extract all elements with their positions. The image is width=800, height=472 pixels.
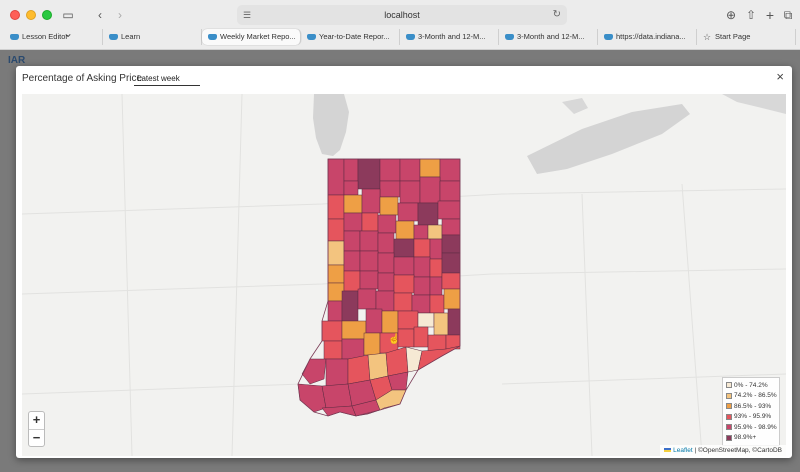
star-icon: ☆ [703, 32, 712, 42]
tab-learn[interactable]: Learn [103, 29, 202, 45]
legend-swatch [726, 392, 732, 399]
lake-st-clair [562, 98, 588, 114]
page-settings-icon[interactable]: ☰ [243, 5, 251, 25]
lake-huron-edge [722, 94, 786, 114]
browser-chrome: ▭ ⌄ ‹ › ☰ localhost ↻ ⊕ ⇧ + ⧉ Lesson Edi… [0, 0, 800, 50]
share-icon[interactable]: ⇧ [744, 6, 758, 24]
address-text: localhost [384, 10, 420, 20]
map-legend: 0% - 74.2% 74.2% - 86.5% 86.5% - 93% 93%… [722, 377, 780, 446]
indiana-counties [297, 158, 461, 417]
lake-erie [527, 104, 690, 174]
tab-latest-week[interactable]: Latest week [134, 74, 200, 86]
tab-3-month-12-month-a[interactable]: 3-Month and 12-M... [400, 29, 499, 45]
zoom-in-button[interactable]: + [29, 412, 44, 429]
minimize-window-button[interactable] [26, 10, 36, 20]
tab-data-indiana[interactable]: https://data.indiana... [598, 29, 697, 45]
legend-item: 93% - 95.9% [726, 412, 776, 423]
hand-cursor-icon: ☝ [388, 334, 401, 345]
legend-swatch [726, 403, 732, 410]
lake-michigan [313, 94, 349, 156]
legend-swatch [726, 424, 732, 431]
download-icon[interactable]: ⊕ [724, 6, 738, 24]
map-canvas [22, 94, 786, 456]
close-window-button[interactable] [10, 10, 20, 20]
cloud-icon [406, 34, 415, 40]
forward-icon[interactable]: › [112, 6, 128, 24]
tab-3-month-12-month-b[interactable]: 3-Month and 12-M... [499, 29, 598, 45]
page-logo: IAR [8, 55, 26, 66]
legend-item: 86.5% - 93% [726, 401, 776, 412]
map-modal: Percentage of Asking Price Latest week × [16, 66, 792, 458]
reload-icon[interactable]: ↻ [553, 5, 561, 25]
legend-item: 0% - 74.2% [726, 380, 776, 391]
tab-start-page[interactable]: ☆ Start Page [697, 29, 796, 45]
cloud-icon [505, 34, 514, 40]
new-tab-icon[interactable]: + [764, 6, 776, 24]
attribution-text: | ©OpenStreetMap, ©CartoDB [694, 447, 783, 454]
tab-lesson-editor[interactable]: Lesson Editor [4, 29, 103, 45]
zoom-out-button[interactable]: − [29, 429, 44, 446]
zoom-control: + − [28, 411, 45, 447]
tab-overview-icon[interactable]: ⧉ [782, 6, 794, 24]
legend-item: 95.9% - 98.9% [726, 422, 777, 433]
tab-weekly-market-report[interactable]: Weekly Market Repo... [202, 29, 301, 45]
cloud-icon [604, 34, 613, 40]
cloud-icon [109, 34, 118, 40]
address-bar[interactable]: ☰ localhost ↻ [237, 5, 567, 25]
tab-year-to-date-report[interactable]: Year-to-Date Repor... [301, 29, 400, 45]
zoom-window-button[interactable] [42, 10, 52, 20]
legend-swatch [726, 434, 732, 441]
legend-swatch [726, 382, 732, 389]
window-controls [10, 10, 52, 20]
map-attribution: Leaflet | ©OpenStreetMap, ©CartoDB [660, 445, 786, 456]
legend-swatch [726, 413, 732, 420]
leaflet-link[interactable]: Leaflet [673, 447, 693, 454]
legend-item: 74.2% - 86.5% [726, 391, 777, 402]
cloud-icon [10, 34, 19, 40]
tab-bar: Lesson Editor Learn Weekly Market Repo..… [4, 29, 796, 45]
ukraine-flag-icon [664, 448, 672, 452]
choropleth-map[interactable]: ☝ + − 0% - 74.2% 74.2% - 86.5% 86.5% - 9… [22, 94, 786, 456]
close-icon[interactable]: × [776, 69, 784, 84]
sidebar-toggle-icon[interactable]: ▭ ⌄ [56, 6, 80, 40]
cloud-icon [208, 34, 217, 40]
cloud-icon [307, 34, 316, 40]
modal-title: Percentage of Asking Price [22, 73, 143, 84]
legend-item: 98.9%+ [726, 433, 776, 444]
back-icon[interactable]: ‹ [92, 6, 108, 24]
